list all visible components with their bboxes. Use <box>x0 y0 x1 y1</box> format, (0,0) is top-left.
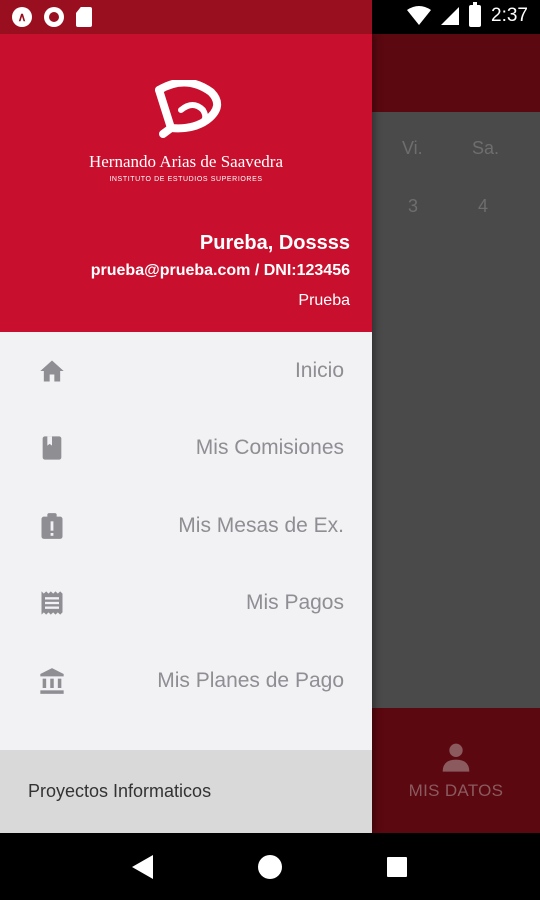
system-nav-bar <box>0 833 540 900</box>
home-circle-icon <box>257 854 282 879</box>
calendar-date: 4 <box>478 196 489 216</box>
menu-item-label: Mis Planes de Pago <box>157 668 344 692</box>
calendar-date: 3 <box>408 196 419 216</box>
menu-item-mis-comisiones[interactable]: Mis Comisiones <box>0 410 372 488</box>
drawer-menu: Inicio Mis Comisiones Mis Mesas de Ex. M… <box>0 332 372 720</box>
back-button[interactable] <box>123 847 163 887</box>
app-a-icon: ∧ <box>12 7 32 27</box>
navigation-drawer: Hernando Arias de Saavedra INSTITUTO DE … <box>0 34 372 833</box>
mis-datos-label: MIS DATOS <box>408 780 504 800</box>
back-triangle-icon <box>132 854 154 879</box>
menu-item-inicio[interactable]: Inicio <box>0 332 372 410</box>
receipt-icon <box>41 591 63 615</box>
bank-icon <box>40 667 64 694</box>
menu-item-label: Mis Comisiones <box>195 436 344 460</box>
calendar-day-label: Vi. <box>402 138 423 158</box>
status-bar: ∧ 2:37 <box>0 0 540 34</box>
logo-mark-icon <box>155 80 221 138</box>
drawer-header: Hernando Arias de Saavedra INSTITUTO DE … <box>0 34 372 332</box>
menu-item-label: Mis Mesas de Ex. <box>178 513 344 537</box>
clipboard-alert-icon <box>41 512 63 539</box>
calendar-area: Vi. Sa. 3 4 <box>372 112 540 708</box>
sd-card-icon <box>76 7 92 27</box>
menu-item-label: Mis Pagos <box>245 591 344 615</box>
wifi-icon <box>407 6 432 25</box>
user-name: Pureba, Dossss <box>199 232 350 254</box>
menu-item-mis-mesas[interactable]: Mis Mesas de Ex. <box>0 487 372 565</box>
logo-name: Hernando Arias de Saavedra <box>88 152 283 171</box>
menu-item-label: Inicio <box>294 358 344 382</box>
institution-logo: Hernando Arias de Saavedra INSTITUTO DE … <box>88 80 284 183</box>
drawer-footer: Proyectos Informaticos <box>0 750 372 833</box>
home-icon <box>40 360 64 382</box>
background-app: Vi. Sa. 3 4 MIS DATOS <box>372 34 540 833</box>
recents-square-icon <box>386 856 407 877</box>
status-time: 2:37 <box>491 5 528 26</box>
mis-datos-tab: MIS DATOS <box>372 708 540 833</box>
person-icon <box>442 743 470 772</box>
home-button[interactable] <box>250 847 290 887</box>
signal-icon <box>441 7 460 25</box>
record-icon <box>44 7 64 27</box>
recents-button[interactable] <box>377 847 417 887</box>
menu-item-mis-planes-de-pago[interactable]: Mis Planes de Pago <box>0 642 372 720</box>
drawer-footer-text: Proyectos Informaticos <box>28 781 212 801</box>
book-icon <box>42 436 62 460</box>
logo-subtitle: INSTITUTO DE ESTUDIOS SUPERIORES <box>109 176 263 183</box>
user-email-dni: prueba@prueba.com / DNI:123456 <box>90 262 350 279</box>
calendar-day-label: Sa. <box>472 138 500 158</box>
user-role: Prueba <box>298 292 350 309</box>
menu-item-mis-pagos[interactable]: Mis Pagos <box>0 565 372 643</box>
battery-icon <box>469 2 482 27</box>
background-app-header <box>372 34 540 112</box>
